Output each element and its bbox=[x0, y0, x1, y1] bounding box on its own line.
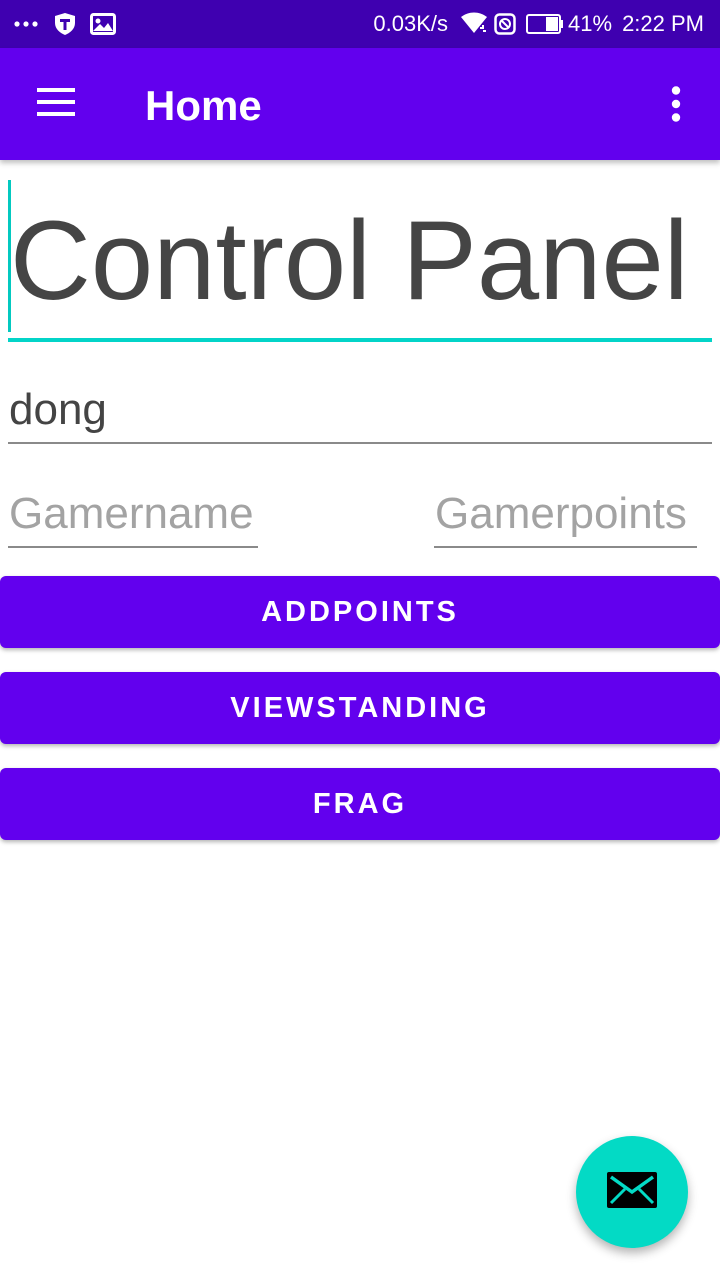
status-right-icons: 0.03K/s 41% 2:22 PM bbox=[373, 0, 704, 48]
viewstanding-button[interactable]: VIEWSTANDING bbox=[0, 672, 720, 744]
gamername-underline bbox=[8, 546, 258, 548]
control-panel-title-field[interactable]: Control Panel bbox=[8, 180, 712, 342]
name-field-underline bbox=[8, 442, 712, 444]
hamburger-menu-icon bbox=[37, 87, 75, 121]
overflow-menu-button[interactable] bbox=[652, 78, 700, 134]
status-bar: 0.03K/s 41% 2:22 PM bbox=[0, 0, 720, 48]
title-field-underline bbox=[8, 338, 712, 342]
menu-button[interactable] bbox=[22, 74, 90, 134]
frag-button[interactable]: FRAG bbox=[0, 768, 720, 840]
gamername-field bbox=[8, 484, 258, 548]
status-left-icons bbox=[14, 0, 116, 48]
screen: 0.03K/s 41% 2:22 PM Home Control Panel d… bbox=[0, 0, 720, 1280]
email-fab-button[interactable] bbox=[576, 1136, 688, 1248]
shield-icon bbox=[54, 12, 76, 36]
gamerpoints-field bbox=[434, 484, 697, 548]
status-time: 2:22 PM bbox=[622, 11, 704, 36]
battery-icon bbox=[526, 14, 564, 34]
image-icon bbox=[90, 13, 116, 35]
more-dots-icon bbox=[14, 20, 38, 28]
email-icon bbox=[607, 1171, 657, 1213]
control-panel-title-text: Control Panel bbox=[10, 198, 689, 323]
app-bar: Home bbox=[0, 48, 720, 160]
do-not-disturb-icon bbox=[494, 13, 516, 35]
gamerpoints-underline bbox=[434, 546, 697, 548]
network-speed: 0.03K/s bbox=[373, 11, 449, 36]
wifi-icon bbox=[460, 12, 488, 36]
more-vert-icon bbox=[671, 85, 681, 127]
addpoints-button[interactable]: ADDPOINTS bbox=[0, 576, 720, 648]
name-field-value: dong bbox=[9, 385, 107, 434]
gamerpoints-input[interactable] bbox=[434, 484, 697, 544]
gamername-input[interactable] bbox=[8, 484, 258, 544]
battery-percent: 41% bbox=[568, 11, 613, 36]
page-title: Home bbox=[145, 82, 262, 129]
name-field[interactable]: dong bbox=[8, 378, 712, 444]
